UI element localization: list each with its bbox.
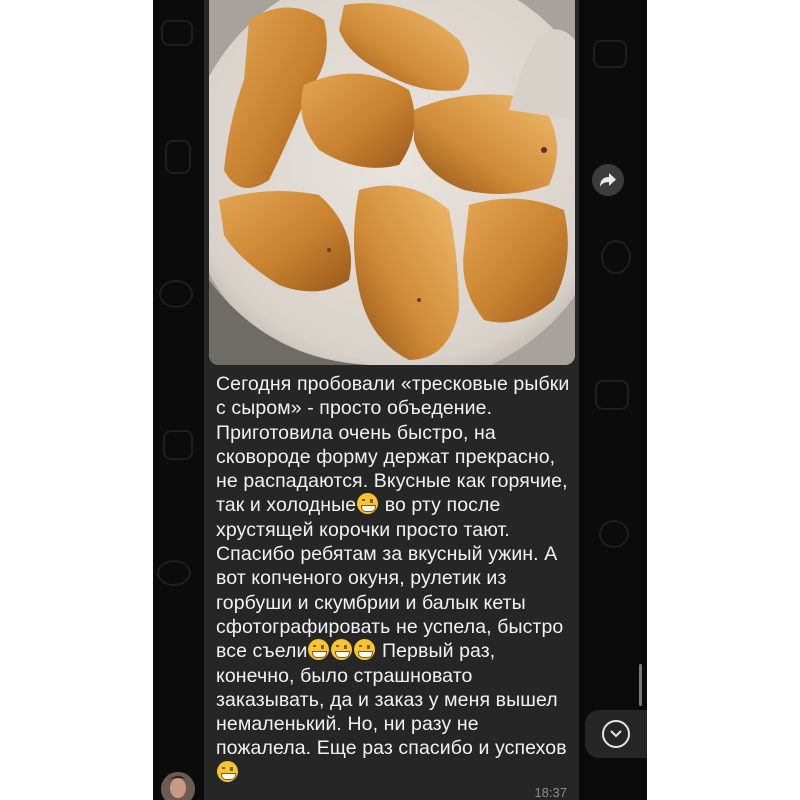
wallpaper-doodle [157, 560, 191, 586]
wallpaper-doodle [593, 40, 627, 68]
wallpaper-doodle [163, 430, 193, 460]
wallpaper-doodle [595, 380, 629, 410]
wallpaper-doodle [161, 20, 193, 46]
avatar[interactable] [161, 772, 195, 800]
message-bubble[interactable]: Сегодня пробовали «тресковые рыбки с сыр… [204, 0, 579, 800]
message-text: Сегодня пробовали «тресковые рыбки с сыр… [216, 372, 571, 785]
wallpaper-doodle [165, 140, 191, 174]
forward-icon [600, 173, 616, 187]
scroll-down-button[interactable] [585, 710, 647, 758]
chevron-down-icon [602, 720, 630, 748]
scrollbar[interactable] [639, 664, 642, 706]
tears-of-joy-emoji [354, 639, 376, 661]
forward-button[interactable] [592, 164, 624, 196]
grinning-face-emoji [217, 760, 238, 782]
grinning-face-emoji [357, 493, 379, 515]
tears-of-joy-emoji [331, 639, 353, 661]
wallpaper-doodle [601, 240, 631, 274]
chat-screen: Сегодня пробовали «тресковые рыбки с сыр… [153, 0, 647, 800]
tears-of-joy-emoji [308, 639, 330, 661]
message-photo[interactable] [209, 0, 575, 365]
fried-fish-nuggets-photo [209, 0, 575, 365]
wallpaper-doodle [599, 520, 629, 548]
message-text-segment: во рту после хрустящей корочки просто та… [216, 494, 569, 663]
wallpaper-doodle [159, 280, 193, 308]
message-time: 18:37 [534, 785, 567, 800]
